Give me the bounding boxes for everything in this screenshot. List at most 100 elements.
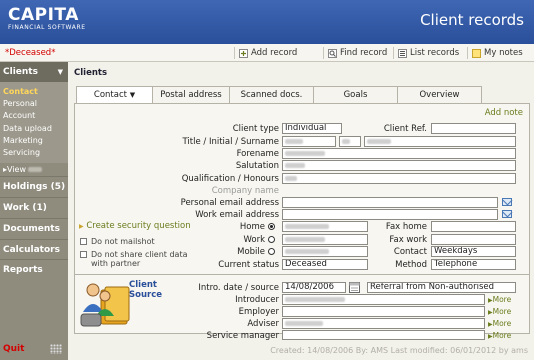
tab-contact[interactable]: Contact ▼ xyxy=(76,86,153,104)
employer-more-link[interactable]: ▶More xyxy=(488,307,511,316)
subnav-item-marketing[interactable]: Marketing xyxy=(3,135,68,147)
subnav-item-data-upload[interactable]: Data upload xyxy=(3,123,68,135)
page-title: Client records xyxy=(420,11,524,29)
intro-date-field[interactable]: 14/08/2006 xyxy=(282,282,346,293)
toolbar-separator xyxy=(323,47,324,59)
subnav-item-personal[interactable]: Personal xyxy=(3,98,68,110)
current-status-label: Current status xyxy=(218,260,279,270)
list-records-button[interactable]: List records xyxy=(398,47,459,59)
sidebar-item-work[interactable]: Work (1) xyxy=(0,196,68,218)
home-phone-label: Home xyxy=(239,222,265,232)
tab-postal-address[interactable]: Postal address xyxy=(152,86,230,104)
find-record-button[interactable]: Find record xyxy=(328,47,387,59)
tab-label: Contact xyxy=(93,90,127,100)
method-field[interactable]: Telephone xyxy=(431,259,516,270)
work-email-field[interactable] xyxy=(282,209,498,220)
sidebar-item-reports[interactable]: Reports xyxy=(0,259,68,280)
adviser-field[interactable] xyxy=(282,318,485,329)
contact-field[interactable]: Weekdays xyxy=(431,246,516,257)
brand-subtitle: FINANCIAL SOFTWARE xyxy=(8,24,86,31)
work-phone-field[interactable] xyxy=(282,234,368,245)
create-security-question-label: Create security question xyxy=(86,221,191,231)
tab-scanned-docs[interactable]: Scanned docs. xyxy=(229,86,314,104)
sidebar-item-calculators[interactable]: Calculators xyxy=(0,238,68,260)
my-notes-button[interactable]: My notes xyxy=(472,47,523,59)
subnav-item-servicing[interactable]: Servicing xyxy=(3,147,68,159)
sidebar-view-row[interactable]: ▸View xyxy=(0,163,68,177)
mobile-phone-field[interactable] xyxy=(282,246,368,257)
sidebar-item-documents[interactable]: Documents xyxy=(0,217,68,239)
mobile-phone-label: Mobile xyxy=(237,247,265,257)
sidebar: Clients ▼ Contact Personal Account Data … xyxy=(0,62,68,360)
email-icon[interactable] xyxy=(502,198,512,206)
introducer-more-link[interactable]: ▶More xyxy=(488,295,511,304)
client-ref-field[interactable] xyxy=(431,123,516,134)
more-label: More xyxy=(492,331,512,340)
sidebar-item-holdings[interactable]: Holdings (5) xyxy=(0,176,68,197)
deceased-status-tag: *Deceased* xyxy=(5,48,56,58)
tab-overview[interactable]: Overview xyxy=(397,86,482,104)
surname-field[interactable] xyxy=(364,136,516,147)
create-security-question-link[interactable]: ▶ Create security question xyxy=(79,221,191,231)
caret-down-icon: ▼ xyxy=(129,91,136,99)
notes-icon xyxy=(472,48,481,58)
sidebar-item-clients[interactable]: Clients ▼ xyxy=(0,62,68,82)
subnav-item-account[interactable]: Account xyxy=(3,110,68,122)
redacted-text xyxy=(285,297,345,302)
subnav-item-contact[interactable]: Contact xyxy=(3,86,68,98)
resize-grip-icon[interactable] xyxy=(50,344,62,354)
employer-label: Employer xyxy=(238,307,279,317)
service-manager-label: Service manager xyxy=(206,331,279,341)
introducer-field[interactable] xyxy=(282,294,485,305)
employer-field[interactable] xyxy=(282,306,485,317)
main-content: Clients Contact ▼ Postal address Scanned… xyxy=(68,62,534,360)
capita-logo: CAPITA FINANCIAL SOFTWARE xyxy=(8,5,86,31)
title-initial-surname-label: Title / Initial / Surname xyxy=(182,137,279,147)
qualification-field[interactable] xyxy=(282,173,516,184)
quit-button[interactable]: Quit xyxy=(3,344,24,354)
tab-goals[interactable]: Goals xyxy=(313,86,398,104)
service-manager-more-link[interactable]: ▶More xyxy=(488,331,511,340)
caret-down-icon: ▼ xyxy=(57,68,63,76)
personal-email-label: Personal email address xyxy=(180,198,279,208)
work-contact-radio[interactable] xyxy=(268,236,275,243)
work-phone-label: Work xyxy=(243,235,265,245)
initial-field[interactable] xyxy=(339,136,361,147)
do-not-share-checkbox[interactable] xyxy=(80,251,87,258)
service-manager-field[interactable] xyxy=(282,330,485,340)
current-status-field[interactable]: Deceased xyxy=(282,259,368,270)
home-phone-field[interactable] xyxy=(282,221,368,232)
redacted-text xyxy=(285,321,323,326)
more-label: More xyxy=(492,307,512,316)
salutation-field[interactable] xyxy=(282,160,516,171)
redacted-text xyxy=(285,163,305,168)
method-label: Method xyxy=(395,260,427,270)
title-field[interactable] xyxy=(282,136,336,147)
fax-work-field[interactable] xyxy=(431,234,516,245)
work-email-label: Work email address xyxy=(195,210,279,220)
home-contact-radio[interactable] xyxy=(268,223,275,230)
redacted-text xyxy=(285,139,303,144)
add-note-link[interactable]: Add note xyxy=(485,108,523,118)
do-not-share-label-line1: Do not share client data xyxy=(91,250,188,259)
fax-home-field[interactable] xyxy=(431,221,516,232)
calendar-icon[interactable] xyxy=(349,282,360,293)
salutation-label: Salutation xyxy=(235,161,279,171)
client-type-field[interactable]: Individual xyxy=(282,123,342,134)
do-not-mailshot-checkbox[interactable] xyxy=(80,238,87,245)
redacted-text xyxy=(285,176,297,181)
redacted-text xyxy=(28,167,42,173)
more-label: More xyxy=(492,295,512,304)
intro-source-field[interactable]: Referral from Non-authorised xyxy=(367,282,516,293)
adviser-more-link[interactable]: ▶More xyxy=(488,319,511,328)
add-record-button[interactable]: Add record xyxy=(239,47,297,59)
add-record-label: Add record xyxy=(251,48,298,58)
forename-field[interactable] xyxy=(282,148,516,159)
personal-email-field[interactable] xyxy=(282,197,498,208)
mobile-contact-radio[interactable] xyxy=(268,248,275,255)
more-label: More xyxy=(492,319,512,328)
introducer-label: Introducer xyxy=(235,295,279,305)
brand-name: CAPITA xyxy=(8,5,79,25)
email-icon[interactable] xyxy=(502,210,512,218)
toolbar-separator xyxy=(393,47,394,59)
